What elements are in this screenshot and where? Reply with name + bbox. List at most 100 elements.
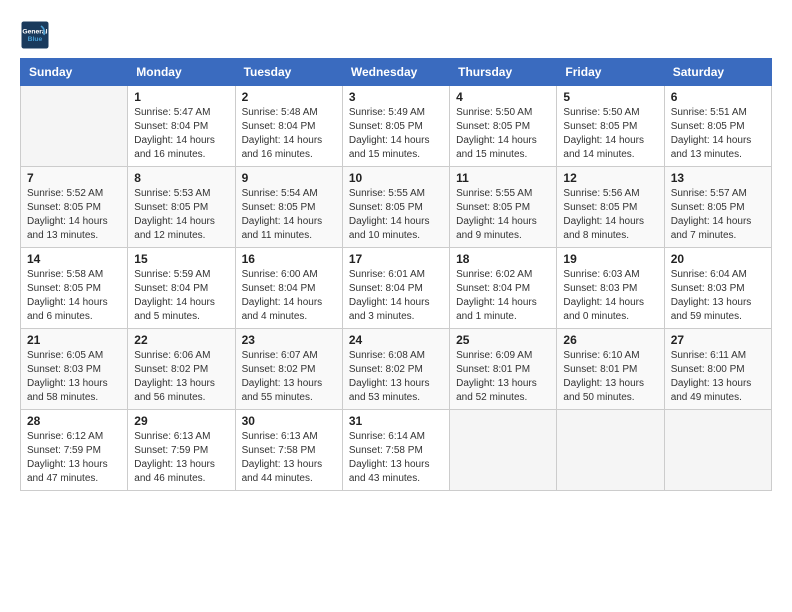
day-info: Sunrise: 5:56 AMSunset: 8:05 PMDaylight:…: [563, 187, 657, 243]
day-info: Sunrise: 6:10 AMSunset: 8:01 PMDaylight:…: [563, 349, 657, 405]
day-number: 10: [349, 171, 443, 185]
calendar-cell: 26 Sunrise: 6:10 AMSunset: 8:01 PMDayligh…: [557, 329, 664, 410]
day-number: 3: [349, 90, 443, 104]
calendar-cell: 15 Sunrise: 5:59 AMSunset: 8:04 PMDayligh…: [128, 248, 235, 329]
day-info: Sunrise: 5:51 AMSunset: 8:05 PMDaylight:…: [671, 106, 765, 162]
day-info: Sunrise: 5:57 AMSunset: 8:05 PMDaylight:…: [671, 187, 765, 243]
calendar-week-row: 1 Sunrise: 5:47 AMSunset: 8:04 PMDaylight…: [21, 86, 772, 167]
day-number: 1: [134, 90, 228, 104]
calendar-cell: 30 Sunrise: 6:13 AMSunset: 7:58 PMDayligh…: [235, 410, 342, 491]
day-info: Sunrise: 5:52 AMSunset: 8:05 PMDaylight:…: [27, 187, 121, 243]
calendar-cell: 18Sunrise: 6:02 AMSunset: 8:04 PMDayligh…: [450, 248, 557, 329]
day-info: Sunrise: 5:59 AMSunset: 8:04 PMDaylight:…: [134, 268, 228, 324]
day-number: 6: [671, 90, 765, 104]
calendar-cell: 10 Sunrise: 5:55 AMSunset: 8:05 PMDayligh…: [342, 167, 449, 248]
day-info: Sunrise: 5:50 AMSunset: 8:05 PMDaylight:…: [563, 106, 657, 162]
logo: General Blue: [20, 20, 50, 50]
calendar-cell: 6 Sunrise: 5:51 AMSunset: 8:05 PMDaylight…: [664, 86, 771, 167]
day-number: 23: [242, 333, 336, 347]
calendar-cell: [557, 410, 664, 491]
calendar-cell: 17 Sunrise: 6:01 AMSunset: 8:04 PMDayligh…: [342, 248, 449, 329]
calendar-cell: 27 Sunrise: 6:11 AMSunset: 8:00 PMDayligh…: [664, 329, 771, 410]
page-header: General Blue: [20, 20, 772, 50]
day-info: Sunrise: 5:58 AMSunset: 8:05 PMDaylight:…: [27, 268, 121, 324]
day-info: Sunrise: 6:05 AMSunset: 8:03 PMDaylight:…: [27, 349, 121, 405]
day-number: 12: [563, 171, 657, 185]
day-number: 24: [349, 333, 443, 347]
day-number: 5: [563, 90, 657, 104]
day-number: 25: [456, 333, 550, 347]
day-info: Sunrise: 5:47 AMSunset: 8:04 PMDaylight:…: [134, 106, 228, 162]
day-number: 17: [349, 252, 443, 266]
calendar-cell: 11 Sunrise: 5:55 AMSunset: 8:05 PMDayligh…: [450, 167, 557, 248]
calendar-cell: 14 Sunrise: 5:58 AMSunset: 8:05 PMDayligh…: [21, 248, 128, 329]
day-info: Sunrise: 5:53 AMSunset: 8:05 PMDaylight:…: [134, 187, 228, 243]
day-info: Sunrise: 6:13 AMSunset: 7:59 PMDaylight:…: [134, 430, 228, 486]
day-number: 21: [27, 333, 121, 347]
calendar-week-row: 7 Sunrise: 5:52 AMSunset: 8:05 PMDaylight…: [21, 167, 772, 248]
calendar-body: 1 Sunrise: 5:47 AMSunset: 8:04 PMDaylight…: [21, 86, 772, 491]
calendar-cell: 5 Sunrise: 5:50 AMSunset: 8:05 PMDaylight…: [557, 86, 664, 167]
day-number: 28: [27, 414, 121, 428]
calendar-cell: 22 Sunrise: 6:06 AMSunset: 8:02 PMDayligh…: [128, 329, 235, 410]
weekday-header: Friday: [557, 59, 664, 86]
calendar-cell: 12 Sunrise: 5:56 AMSunset: 8:05 PMDayligh…: [557, 167, 664, 248]
day-number: 14: [27, 252, 121, 266]
header-row: SundayMondayTuesdayWednesdayThursdayFrid…: [21, 59, 772, 86]
day-number: 30: [242, 414, 336, 428]
calendar-cell: 3 Sunrise: 5:49 AMSunset: 8:05 PMDaylight…: [342, 86, 449, 167]
weekday-header: Saturday: [664, 59, 771, 86]
day-number: 9: [242, 171, 336, 185]
day-info: Sunrise: 6:06 AMSunset: 8:02 PMDaylight:…: [134, 349, 228, 405]
day-number: 2: [242, 90, 336, 104]
weekday-header: Wednesday: [342, 59, 449, 86]
day-number: 8: [134, 171, 228, 185]
day-info: Sunrise: 5:54 AMSunset: 8:05 PMDaylight:…: [242, 187, 336, 243]
svg-text:Blue: Blue: [28, 36, 43, 43]
calendar-cell: 2Sunrise: 5:48 AMSunset: 8:04 PMDaylight…: [235, 86, 342, 167]
calendar-cell: [21, 86, 128, 167]
day-info: Sunrise: 5:49 AMSunset: 8:05 PMDaylight:…: [349, 106, 443, 162]
day-number: 22: [134, 333, 228, 347]
day-number: 7: [27, 171, 121, 185]
calendar-cell: 20 Sunrise: 6:04 AMSunset: 8:03 PMDayligh…: [664, 248, 771, 329]
day-number: 26: [563, 333, 657, 347]
calendar-header: SundayMondayTuesdayWednesdayThursdayFrid…: [21, 59, 772, 86]
calendar-cell: [664, 410, 771, 491]
calendar-cell: 8 Sunrise: 5:53 AMSunset: 8:05 PMDaylight…: [128, 167, 235, 248]
weekday-header: Thursday: [450, 59, 557, 86]
calendar-cell: 28 Sunrise: 6:12 AMSunset: 7:59 PMDayligh…: [21, 410, 128, 491]
day-number: 16: [242, 252, 336, 266]
calendar-cell: 13 Sunrise: 5:57 AMSunset: 8:05 PMDayligh…: [664, 167, 771, 248]
day-number: 11: [456, 171, 550, 185]
day-number: 15: [134, 252, 228, 266]
calendar-cell: 21 Sunrise: 6:05 AMSunset: 8:03 PMDayligh…: [21, 329, 128, 410]
day-number: 19: [563, 252, 657, 266]
day-number: 13: [671, 171, 765, 185]
calendar-cell: 31Sunrise: 6:14 AMSunset: 7:58 PMDayligh…: [342, 410, 449, 491]
day-info: Sunrise: 6:02 AMSunset: 8:04 PMDaylight:…: [456, 268, 550, 324]
day-info: Sunrise: 6:12 AMSunset: 7:59 PMDaylight:…: [27, 430, 121, 486]
day-info: Sunrise: 6:11 AMSunset: 8:00 PMDaylight:…: [671, 349, 765, 405]
calendar-cell: 24 Sunrise: 6:08 AMSunset: 8:02 PMDayligh…: [342, 329, 449, 410]
calendar-cell: 7 Sunrise: 5:52 AMSunset: 8:05 PMDaylight…: [21, 167, 128, 248]
calendar-week-row: 28 Sunrise: 6:12 AMSunset: 7:59 PMDayligh…: [21, 410, 772, 491]
day-info: Sunrise: 6:03 AMSunset: 8:03 PMDaylight:…: [563, 268, 657, 324]
day-number: 29: [134, 414, 228, 428]
day-info: Sunrise: 6:13 AMSunset: 7:58 PMDaylight:…: [242, 430, 336, 486]
day-number: 4: [456, 90, 550, 104]
day-info: Sunrise: 6:08 AMSunset: 8:02 PMDaylight:…: [349, 349, 443, 405]
day-info: Sunrise: 5:55 AMSunset: 8:05 PMDaylight:…: [349, 187, 443, 243]
weekday-header: Sunday: [21, 59, 128, 86]
weekday-header: Tuesday: [235, 59, 342, 86]
day-info: Sunrise: 6:01 AMSunset: 8:04 PMDaylight:…: [349, 268, 443, 324]
calendar-week-row: 21 Sunrise: 6:05 AMSunset: 8:03 PMDayligh…: [21, 329, 772, 410]
day-number: 20: [671, 252, 765, 266]
day-info: Sunrise: 6:04 AMSunset: 8:03 PMDaylight:…: [671, 268, 765, 324]
day-info: Sunrise: 5:55 AMSunset: 8:05 PMDaylight:…: [456, 187, 550, 243]
calendar-week-row: 14 Sunrise: 5:58 AMSunset: 8:05 PMDayligh…: [21, 248, 772, 329]
calendar-cell: 1 Sunrise: 5:47 AMSunset: 8:04 PMDaylight…: [128, 86, 235, 167]
calendar-cell: 4 Sunrise: 5:50 AMSunset: 8:05 PMDaylight…: [450, 86, 557, 167]
day-number: 27: [671, 333, 765, 347]
day-info: Sunrise: 5:50 AMSunset: 8:05 PMDaylight:…: [456, 106, 550, 162]
